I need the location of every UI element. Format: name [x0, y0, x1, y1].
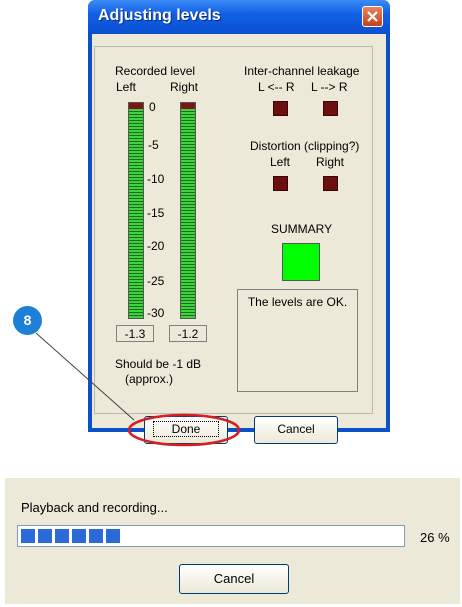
- progress-segment: [38, 529, 52, 543]
- progress-cancel-label: Cancel: [213, 571, 255, 586]
- right-channel-label: Right: [170, 80, 199, 94]
- scale-25: -25: [147, 274, 165, 288]
- progress-percent: 26 %: [420, 530, 450, 545]
- right-level-meter: [180, 102, 196, 319]
- summary-message-box: The levels are OK.: [237, 289, 358, 392]
- step-number-badge: 8: [13, 306, 42, 335]
- cancel-button[interactable]: Cancel: [254, 416, 338, 444]
- progress-segment: [89, 529, 103, 543]
- leakage-heading: Inter-channel leakage: [244, 64, 360, 78]
- scale-10: -10: [147, 172, 165, 186]
- level-hint: Should be -1 dB: [115, 357, 202, 371]
- summary-message: The levels are OK.: [247, 295, 348, 309]
- progress-cancel-button[interactable]: Cancel: [179, 564, 289, 594]
- progress-segment: [72, 529, 86, 543]
- level-hint-approx: (approx.): [125, 372, 174, 386]
- scale-30: -30: [147, 306, 165, 320]
- done-button[interactable]: Done: [144, 416, 228, 444]
- done-button-label: Done: [152, 421, 220, 437]
- left-level-meter: [128, 102, 144, 319]
- adjusting-levels-dialog: Adjusting levels Recorded level Left Rig…: [88, 0, 390, 444]
- summary-heading: SUMMARY: [271, 222, 333, 236]
- left-channel-label: Left: [116, 80, 137, 94]
- summary-indicator: [282, 243, 320, 281]
- left-level-readout: -1.3: [116, 325, 154, 342]
- distortion-right-label: Right: [316, 155, 345, 169]
- recorded-level-heading: Recorded level: [115, 64, 196, 78]
- progress-bar: [17, 525, 405, 547]
- leakage-l-to-r-indicator: [323, 101, 338, 116]
- leakage-l-to-r-label: L --> R: [311, 80, 348, 94]
- title-bar[interactable]: Adjusting levels: [88, 0, 390, 34]
- progress-segment: [55, 529, 69, 543]
- progress-segment: [106, 529, 120, 543]
- leakage-l-from-r-indicator: [273, 101, 288, 116]
- distortion-left-label: Left: [270, 155, 291, 169]
- progress-dialog: Playback and recording... 26 % Cancel: [5, 478, 460, 604]
- distortion-left-indicator: [273, 176, 288, 191]
- scale-0: 0: [149, 100, 156, 114]
- close-button[interactable]: [362, 6, 383, 27]
- progress-segment: [21, 529, 35, 543]
- distortion-heading: Distortion (clipping?): [250, 139, 360, 153]
- dialog-client-area: Recorded level Left Right 0 -5 -10 -15 -…: [92, 34, 386, 444]
- leakage-l-from-r-label: L <-- R: [258, 80, 295, 94]
- scale-20: -20: [147, 239, 165, 253]
- scale-5: -5: [148, 138, 159, 152]
- dialog-title: Adjusting levels: [98, 7, 221, 24]
- close-icon: [367, 11, 378, 22]
- progress-status-text: Playback and recording...: [21, 500, 168, 515]
- distortion-right-indicator: [323, 176, 338, 191]
- right-level-readout: -1.2: [169, 325, 207, 342]
- cancel-button-label: Cancel: [277, 422, 315, 436]
- scale-15: -15: [147, 206, 165, 220]
